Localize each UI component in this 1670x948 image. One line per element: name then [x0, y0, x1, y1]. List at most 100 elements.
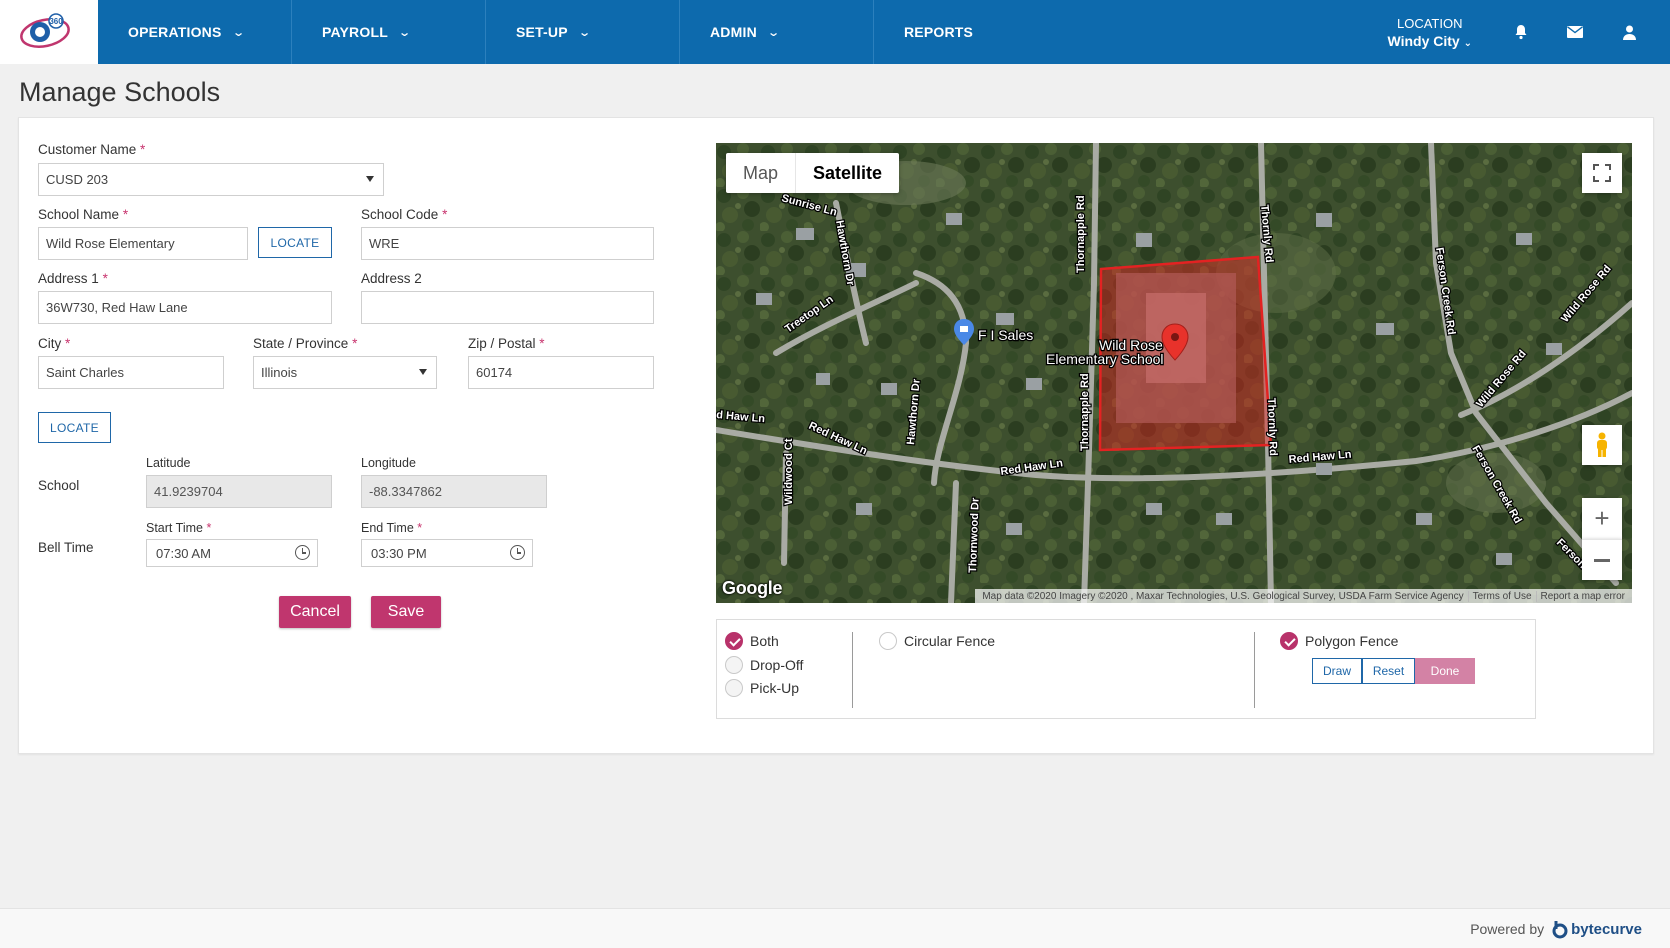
radio-dropoff-label: Drop-Off [750, 657, 804, 673]
satellite-map[interactable]: Sunrise Ln Hawthorn Dr Treetop Ln Thorna… [716, 143, 1632, 603]
state-value: Illinois [261, 365, 298, 380]
nav-admin[interactable]: ADMIN ⌄ [680, 0, 874, 64]
fullscreen-icon[interactable] [1582, 153, 1622, 193]
end-time-label: End Time * [361, 521, 423, 535]
customer-name-select[interactable]: CUSD 203 [38, 163, 384, 196]
brand-logo[interactable]: 360 [0, 0, 98, 64]
nav-setup[interactable]: SET-UP ⌄ [486, 0, 680, 64]
bell-time-label: Bell Time [38, 540, 94, 555]
radio-checked-icon [725, 632, 743, 650]
location-label: LOCATION [1397, 15, 1463, 31]
clock-icon[interactable] [295, 545, 310, 560]
end-time-value: 03:30 PM [371, 545, 427, 561]
map-attribution: Map data ©2020 Imagery ©2020 , Maxar Tec… [975, 589, 1632, 603]
street-label: Wildwood Ct [783, 438, 795, 505]
customer-name-label: Customer Name * [38, 142, 146, 157]
bell-icon[interactable] [1494, 0, 1548, 64]
nav-setup-label: SET-UP [516, 24, 568, 40]
street-label: Thornly Rd [1265, 398, 1279, 456]
state-select[interactable]: Illinois [253, 356, 437, 389]
start-time-input[interactable]: 07:30 AM [146, 539, 318, 567]
nav-operations-label: OPERATIONS [128, 24, 222, 40]
end-time-input[interactable]: 03:30 PM [361, 539, 533, 567]
latitude-input: 41.9239704 [146, 475, 332, 508]
school-map-label-2: Elementary School [1046, 351, 1164, 367]
chevron-down-icon: ⌄ [398, 26, 412, 39]
pegman-icon[interactable] [1582, 425, 1622, 465]
google-logo[interactable]: Google [722, 578, 783, 599]
dropdown-arrow-icon [419, 369, 427, 375]
zip-input[interactable]: 60174 [468, 356, 654, 389]
map-type-control: Map Satellite [726, 153, 900, 193]
radio-checked-icon [1280, 632, 1298, 650]
nav-operations[interactable]: OPERATIONS ⌄ [98, 0, 292, 64]
bytecurve-icon [1552, 921, 1568, 939]
map-type-satellite-button[interactable]: Satellite [796, 153, 899, 193]
divider [852, 632, 853, 708]
locate-address-button[interactable]: LOCATE [38, 412, 111, 443]
latitude-value: 41.9239704 [154, 484, 223, 499]
fence-options-panel: Both Drop-Off Pick-Up Circular Fence Pol… [716, 619, 1536, 719]
bytecurve-brand: bytecurve [1571, 920, 1642, 938]
start-time-value: 07:30 AM [156, 545, 211, 561]
latitude-label: Latitude [146, 456, 191, 470]
nav-payroll[interactable]: PAYROLL ⌄ [292, 0, 486, 64]
school-code-label: School Code * [361, 207, 448, 222]
address1-input[interactable]: 36W730, Red Haw Lane [38, 291, 332, 324]
radio-polygon-fence[interactable]: Polygon Fence [1280, 632, 1398, 650]
map-imagery: Sunrise Ln Hawthorn Dr Treetop Ln Thorna… [716, 143, 1632, 603]
city-value: Saint Charles [46, 365, 125, 380]
radio-polygon-label: Polygon Fence [1305, 633, 1399, 649]
poi-bag-icon [960, 326, 968, 332]
radio-pickup[interactable]: Pick-Up [725, 679, 799, 697]
envelope-icon[interactable] [1548, 0, 1602, 64]
powered-by: Powered by bytecurve [1470, 919, 1642, 939]
reset-button[interactable]: Reset [1362, 658, 1415, 684]
user-icon[interactable] [1602, 0, 1656, 64]
locate-school-button[interactable]: LOCATE [258, 227, 332, 258]
radio-both[interactable]: Both [725, 632, 779, 650]
city-input[interactable]: Saint Charles [38, 356, 224, 389]
zip-label: Zip / Postal * [468, 336, 545, 351]
done-button[interactable]: Done [1415, 658, 1475, 684]
bytecurve-logo[interactable]: bytecurve [1552, 919, 1642, 939]
radio-dropoff[interactable]: Drop-Off [725, 656, 803, 674]
map-type-map-button[interactable]: Map [726, 153, 797, 193]
school-name-input[interactable]: Wild Rose Elementary [38, 227, 248, 260]
location-selector[interactable]: LOCATION Windy City ⌄ [1388, 0, 1495, 64]
radio-unchecked-icon [879, 632, 897, 650]
school-row-label: School [38, 478, 80, 493]
city-label: City * [38, 336, 71, 351]
zoom-in-icon[interactable]: + [1582, 498, 1622, 539]
address2-input[interactable] [361, 291, 654, 324]
address2-label: Address 2 [361, 271, 422, 286]
brand-360-text: 360 [49, 17, 63, 26]
longitude-label: Longitude [361, 456, 416, 470]
draw-button[interactable]: Draw [1312, 658, 1362, 684]
manage-school-card: Customer Name * CUSD 203 School Name * W… [18, 117, 1654, 754]
longitude-value: -88.3347862 [369, 484, 443, 499]
zoom-out-icon[interactable] [1582, 539, 1622, 580]
radio-unchecked-icon [725, 656, 743, 674]
report-map-error-link[interactable]: Report a map error [1535, 590, 1629, 602]
clock-icon[interactable] [510, 545, 525, 560]
radio-pickup-label: Pick-Up [750, 680, 800, 696]
address1-value: 36W730, Red Haw Lane [46, 300, 188, 315]
save-button[interactable]: Save [371, 596, 441, 628]
terms-link[interactable]: Terms of Use [1467, 590, 1536, 602]
poi-label: F I Sales [978, 327, 1033, 343]
location-value: Windy City [1387, 32, 1460, 49]
radio-circular-fence[interactable]: Circular Fence [879, 632, 995, 650]
cancel-button[interactable]: Cancel [279, 596, 351, 628]
nav-reports-label: REPORTS [904, 24, 974, 40]
school-name-value: Wild Rose Elementary [46, 236, 175, 251]
school-code-input[interactable]: WRE [361, 227, 654, 260]
address1-label: Address 1 * [38, 271, 108, 286]
map-data-text: Map data ©2020 Imagery ©2020 , Maxar Tec… [982, 590, 1464, 602]
nav-admin-label: ADMIN [710, 24, 757, 40]
nav-reports[interactable]: REPORTS [874, 0, 1068, 64]
chevron-down-icon: ⌄ [231, 26, 245, 39]
chevron-down-icon: ⌄ [1463, 37, 1472, 49]
divider [1254, 632, 1255, 708]
